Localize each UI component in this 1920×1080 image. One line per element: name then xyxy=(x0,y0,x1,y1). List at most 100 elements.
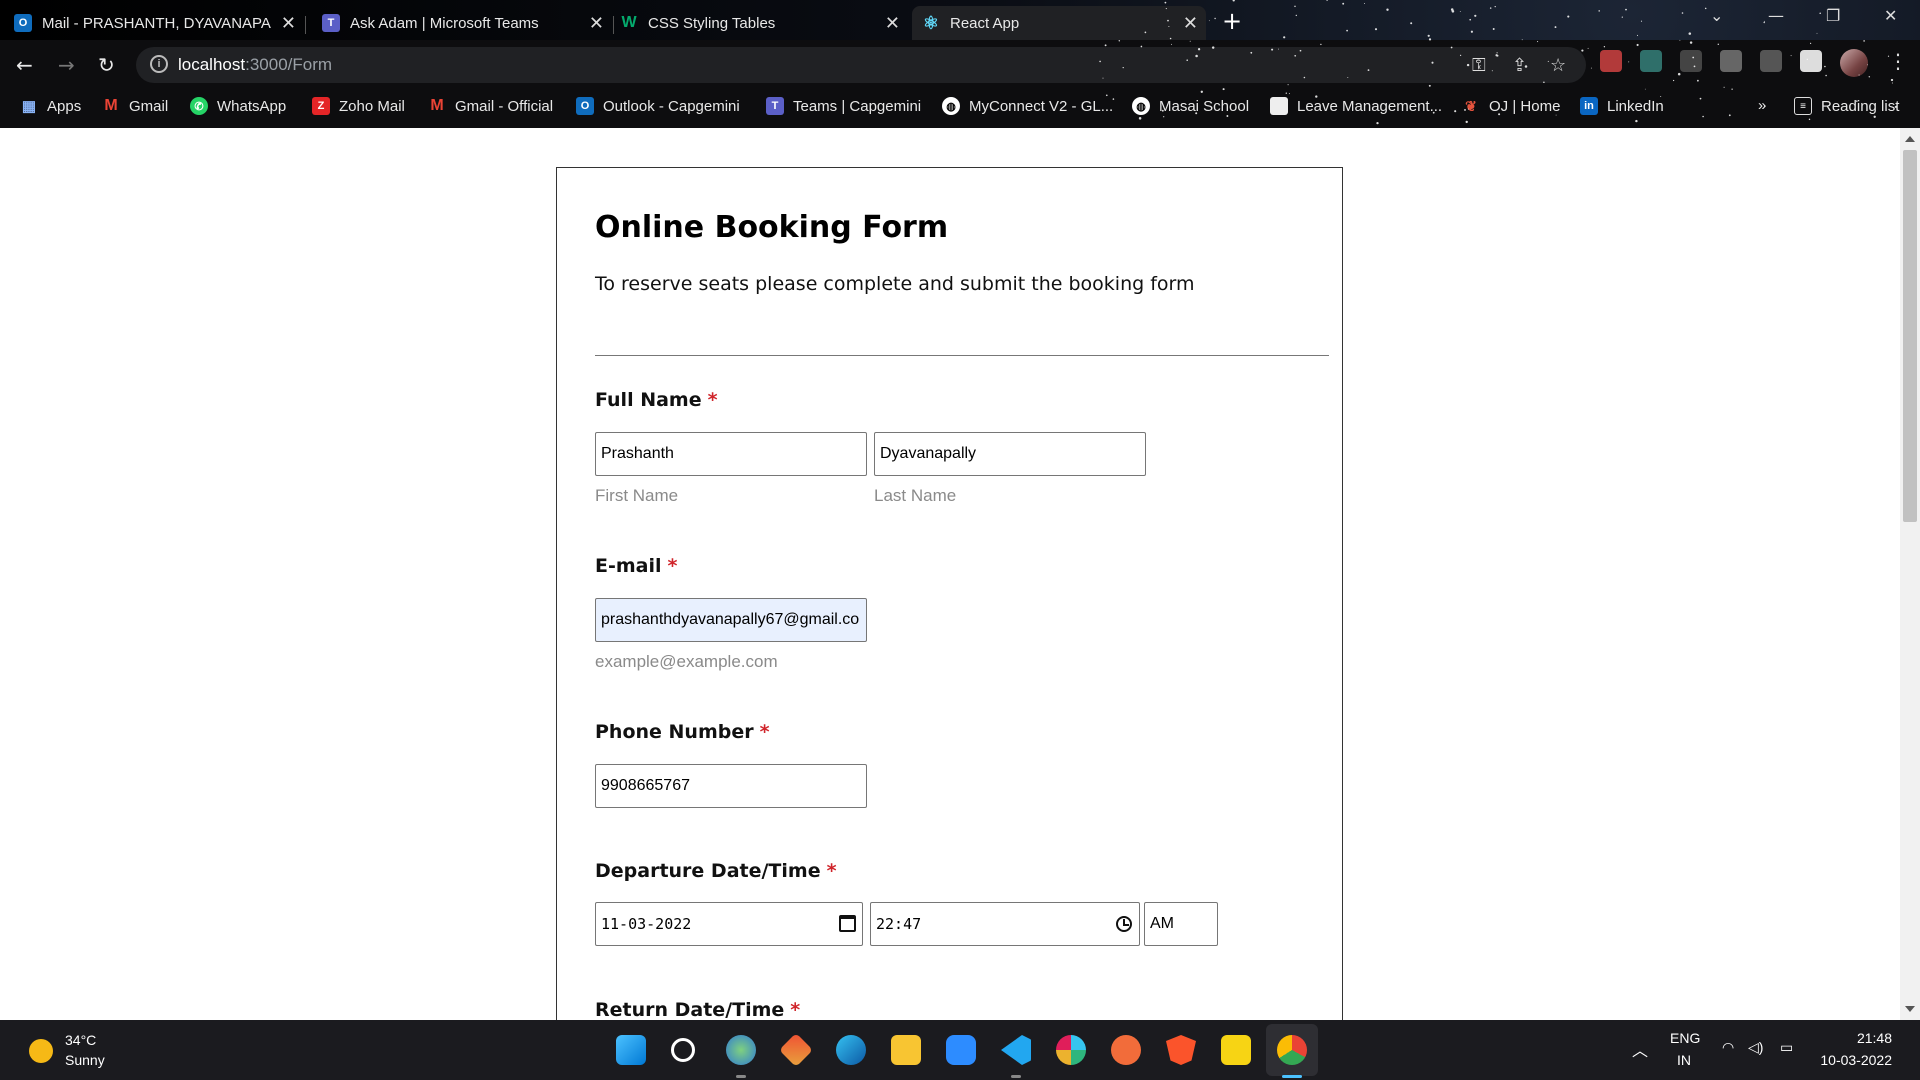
minimize-button[interactable]: — xyxy=(1768,6,1784,25)
calendar-icon[interactable] xyxy=(839,915,856,932)
weather-description[interactable]: Sunny xyxy=(65,1052,105,1068)
tab-search-icon[interactable]: ⌄ xyxy=(1710,6,1723,25)
browser-globe-icon[interactable] xyxy=(726,1035,756,1065)
profile-avatar[interactable] xyxy=(1840,49,1868,77)
departure-label: Departure Date/Time * xyxy=(595,860,837,882)
postman-icon[interactable] xyxy=(1111,1035,1141,1065)
reading-list-icon: ≡ xyxy=(1794,97,1812,115)
page-scrollbar[interactable] xyxy=(1900,128,1920,1020)
address-bar[interactable]: i localhost:3000/Form ⚿ ⇪ ☆ xyxy=(136,47,1586,83)
language-code[interactable]: ENG xyxy=(1670,1030,1700,1046)
bookmark-outlook-capgemini[interactable]: O Outlook - Capgemini xyxy=(576,97,740,115)
bookmark-gmail-official[interactable]: M Gmail - Official xyxy=(428,97,553,115)
forward-button[interactable]: → xyxy=(58,53,75,77)
camera-icon[interactable] xyxy=(1720,50,1742,72)
tab-css-styling-tables[interactable]: W CSS Styling Tables ✕ xyxy=(620,6,908,40)
sun-icon[interactable] xyxy=(29,1039,53,1063)
bookmark-linkedin[interactable]: in LinkedIn xyxy=(1580,97,1664,115)
phone-label: Phone Number * xyxy=(595,721,770,743)
battery-icon[interactable]: ▭ xyxy=(1780,1039,1793,1056)
volume-icon[interactable]: ◁) xyxy=(1748,1039,1763,1056)
chevron-up-icon[interactable]: ︿ xyxy=(1632,1037,1648,1061)
scroll-down-arrow[interactable] xyxy=(1905,1006,1915,1012)
git-icon[interactable] xyxy=(779,1033,813,1067)
globe-icon: ◍ xyxy=(942,97,960,115)
chrome-icon[interactable] xyxy=(1277,1035,1307,1065)
scroll-up-arrow[interactable] xyxy=(1905,136,1915,142)
gmail-icon: M xyxy=(104,97,118,114)
browser-menu-icon[interactable]: ⋮ xyxy=(1888,49,1908,73)
clock-icon[interactable] xyxy=(1116,916,1132,932)
more-bookmarks-button[interactable]: » xyxy=(1758,97,1766,114)
bookmark-apps[interactable]: ▦ Apps xyxy=(20,97,81,116)
bookmark-label: Outlook - Capgemini xyxy=(603,97,740,115)
slack-icon[interactable] xyxy=(1056,1035,1086,1065)
extension-icon[interactable] xyxy=(1600,50,1622,72)
departure-time-input[interactable]: 22:47 xyxy=(870,902,1140,946)
bookmark-teams-capgemini[interactable]: T Teams | Capgemini xyxy=(766,97,921,115)
bookmark-whatsapp[interactable]: ✆ WhatsApp xyxy=(190,97,286,115)
start-windows-icon[interactable] xyxy=(616,1035,646,1065)
departure-ampm-input[interactable]: AM xyxy=(1144,902,1218,946)
back-button[interactable]: ← xyxy=(16,53,33,77)
departure-time-value: 22:47 xyxy=(876,915,922,933)
bookmark-masai-school[interactable]: ◍ Masai School xyxy=(1132,97,1249,115)
scrollbar-thumb[interactable] xyxy=(1903,150,1917,522)
close-tab-icon[interactable]: ✕ xyxy=(1183,13,1198,34)
bookmark-label: Zoho Mail xyxy=(339,97,405,115)
reload-button[interactable]: ↻ xyxy=(98,53,115,77)
extension-div-icon[interactable] xyxy=(1640,50,1662,72)
email-input[interactable]: prashanthdyavanapally67@gmail.co xyxy=(595,598,867,642)
close-tab-icon[interactable]: ✕ xyxy=(589,13,604,34)
running-indicator xyxy=(736,1075,746,1078)
extensions-puzzle-icon[interactable] xyxy=(1800,50,1822,72)
bookmark-label: WhatsApp xyxy=(217,97,287,115)
edge-icon[interactable] xyxy=(836,1035,866,1065)
close-tab-icon[interactable]: ✕ xyxy=(885,13,900,34)
window-close-button[interactable]: ✕ xyxy=(1884,6,1897,25)
share-icon[interactable]: ⇪ xyxy=(1512,55,1527,76)
bookmark-star-icon[interactable]: ☆ xyxy=(1550,55,1566,76)
tab-teams[interactable]: T Ask Adam | Microsoft Teams ✕ xyxy=(322,6,614,40)
eyedropper-icon[interactable] xyxy=(1760,50,1782,72)
wifi-icon[interactable]: ◠ xyxy=(1722,1039,1734,1056)
url-text: localhost:3000/Form xyxy=(178,55,333,74)
active-indicator xyxy=(1282,1075,1302,1078)
sticky-notes-icon[interactable] xyxy=(1221,1035,1251,1065)
clock-time[interactable]: 21:48 xyxy=(1826,1030,1892,1046)
region-code[interactable]: IN xyxy=(1677,1052,1691,1068)
gmail-icon: M xyxy=(430,97,444,114)
apps-grid-icon: ▦ xyxy=(21,98,37,115)
site-info-icon[interactable]: i xyxy=(150,55,168,73)
bookmark-gmail[interactable]: M Gmail xyxy=(102,97,168,115)
bookmark-label: OJ | Home xyxy=(1489,97,1561,115)
departure-date-input[interactable]: 11-03-2022 xyxy=(595,902,863,946)
bookmark-myconnect[interactable]: ◍ MyConnect V2 - GL... xyxy=(942,97,1113,115)
restore-button[interactable]: ❐ xyxy=(1826,6,1840,25)
bookmark-leave-management[interactable]: Leave Management... xyxy=(1270,97,1442,115)
new-tab-button[interactable]: + xyxy=(1222,7,1242,35)
first-name-input[interactable]: Prashanth xyxy=(595,432,867,476)
tab-title: Ask Adam | Microsoft Teams xyxy=(350,14,539,32)
vscode-icon[interactable] xyxy=(1001,1035,1031,1065)
clock-date[interactable]: 10-03-2022 xyxy=(1804,1052,1892,1068)
phone-input[interactable]: 9908665767 xyxy=(595,764,867,808)
required-marker: * xyxy=(759,721,770,743)
last-name-input[interactable]: Dyavanapally xyxy=(874,432,1146,476)
file-explorer-icon[interactable] xyxy=(891,1035,921,1065)
reading-list-button[interactable]: ≡ Reading list xyxy=(1794,97,1899,115)
weather-temperature[interactable]: 34°C xyxy=(65,1032,96,1048)
zoom-icon[interactable] xyxy=(946,1035,976,1065)
key-icon[interactable]: ⚿ xyxy=(1472,55,1486,76)
bookmark-label: Leave Management... xyxy=(1297,97,1443,115)
tab-outlook-mail[interactable]: O Mail - PRASHANTH, DYAVANAPA ✕ xyxy=(14,6,306,40)
close-tab-icon[interactable]: ✕ xyxy=(281,13,296,34)
bookmark-oj-home[interactable]: ❦ OJ | Home xyxy=(1462,97,1560,115)
departure-date-value: 11-03-2022 xyxy=(601,915,692,933)
extension-icon[interactable] xyxy=(1680,50,1702,72)
search-icon[interactable] xyxy=(671,1038,695,1062)
brave-icon[interactable] xyxy=(1166,1035,1196,1065)
tab-react-app[interactable]: ⚛ React App ✕ xyxy=(912,6,1206,40)
whatsapp-icon: ✆ xyxy=(190,97,208,115)
bookmark-zoho-mail[interactable]: Z Zoho Mail xyxy=(312,97,405,115)
